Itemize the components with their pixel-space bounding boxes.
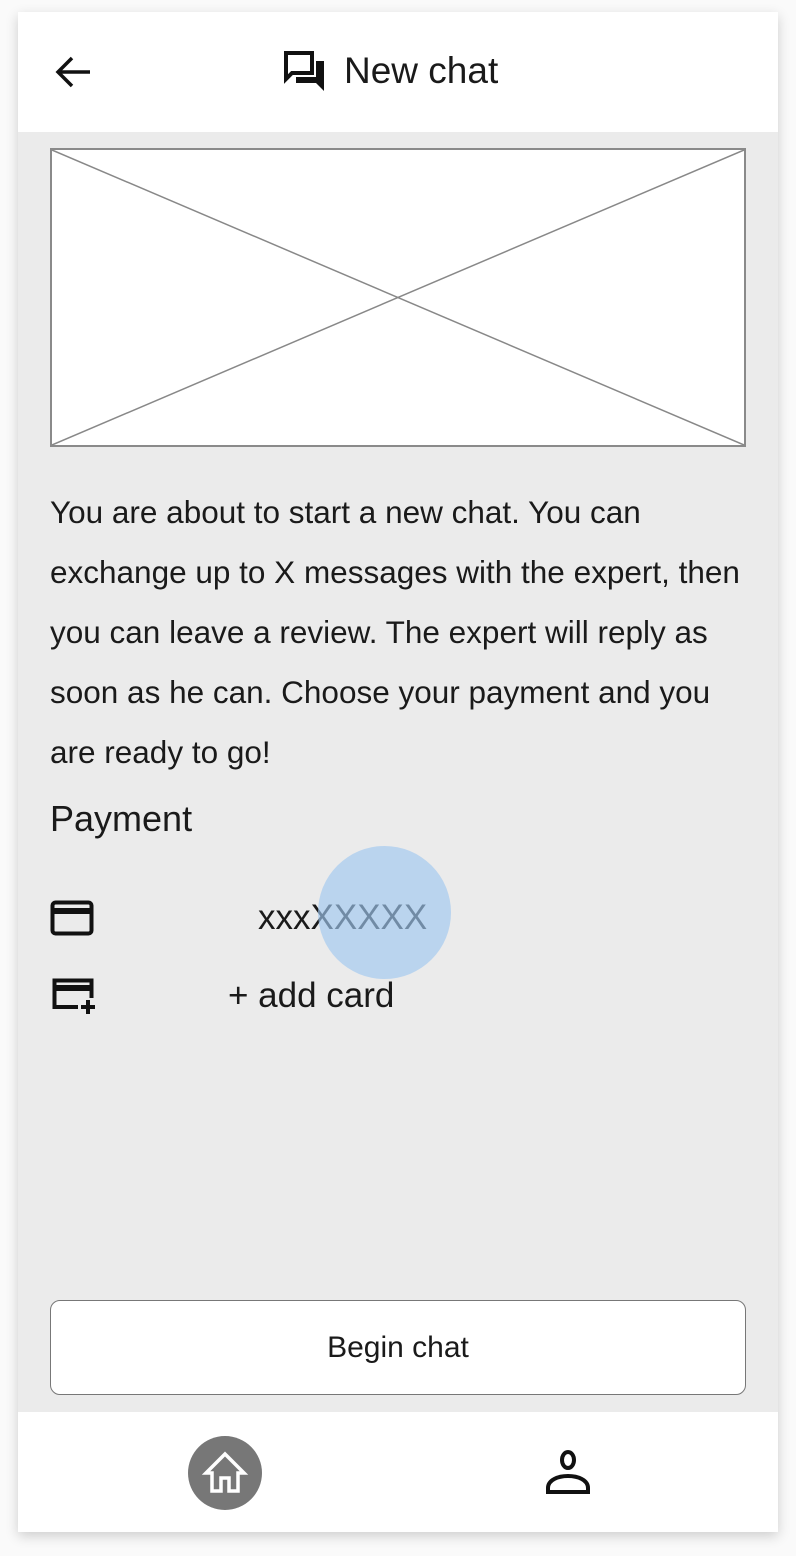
add-card-label: + add card [228,976,395,1015]
begin-chat-button[interactable]: Begin chat [50,1300,746,1395]
payment-label: Payment [50,798,193,839]
app-header: New chat [18,12,778,132]
nav-profile[interactable] [544,1448,592,1501]
image-placeholder [50,148,746,447]
add-card-icon [52,978,95,1014]
card-option[interactable]: xxxXXXXX [50,888,470,948]
page-title: New chat [344,50,499,91]
home-icon [201,1451,249,1493]
forum-icon [284,51,324,91]
header-title-group: New chat [284,50,498,92]
app-frame: New chat You are about to start a new ch… [18,12,778,1532]
credit-card-icon [50,900,94,936]
placeholder-cross-icon [52,150,744,445]
bottom-nav [18,1412,778,1532]
description-text: You are about to start a new chat. You c… [50,494,740,770]
card-number: xxxXXXXX [258,898,428,937]
person-icon [546,1450,590,1494]
nav-home[interactable] [188,1436,262,1510]
arrow-left-icon [55,56,90,88]
back-button[interactable] [54,54,94,90]
add-card-option[interactable]: + add card [50,966,470,1026]
